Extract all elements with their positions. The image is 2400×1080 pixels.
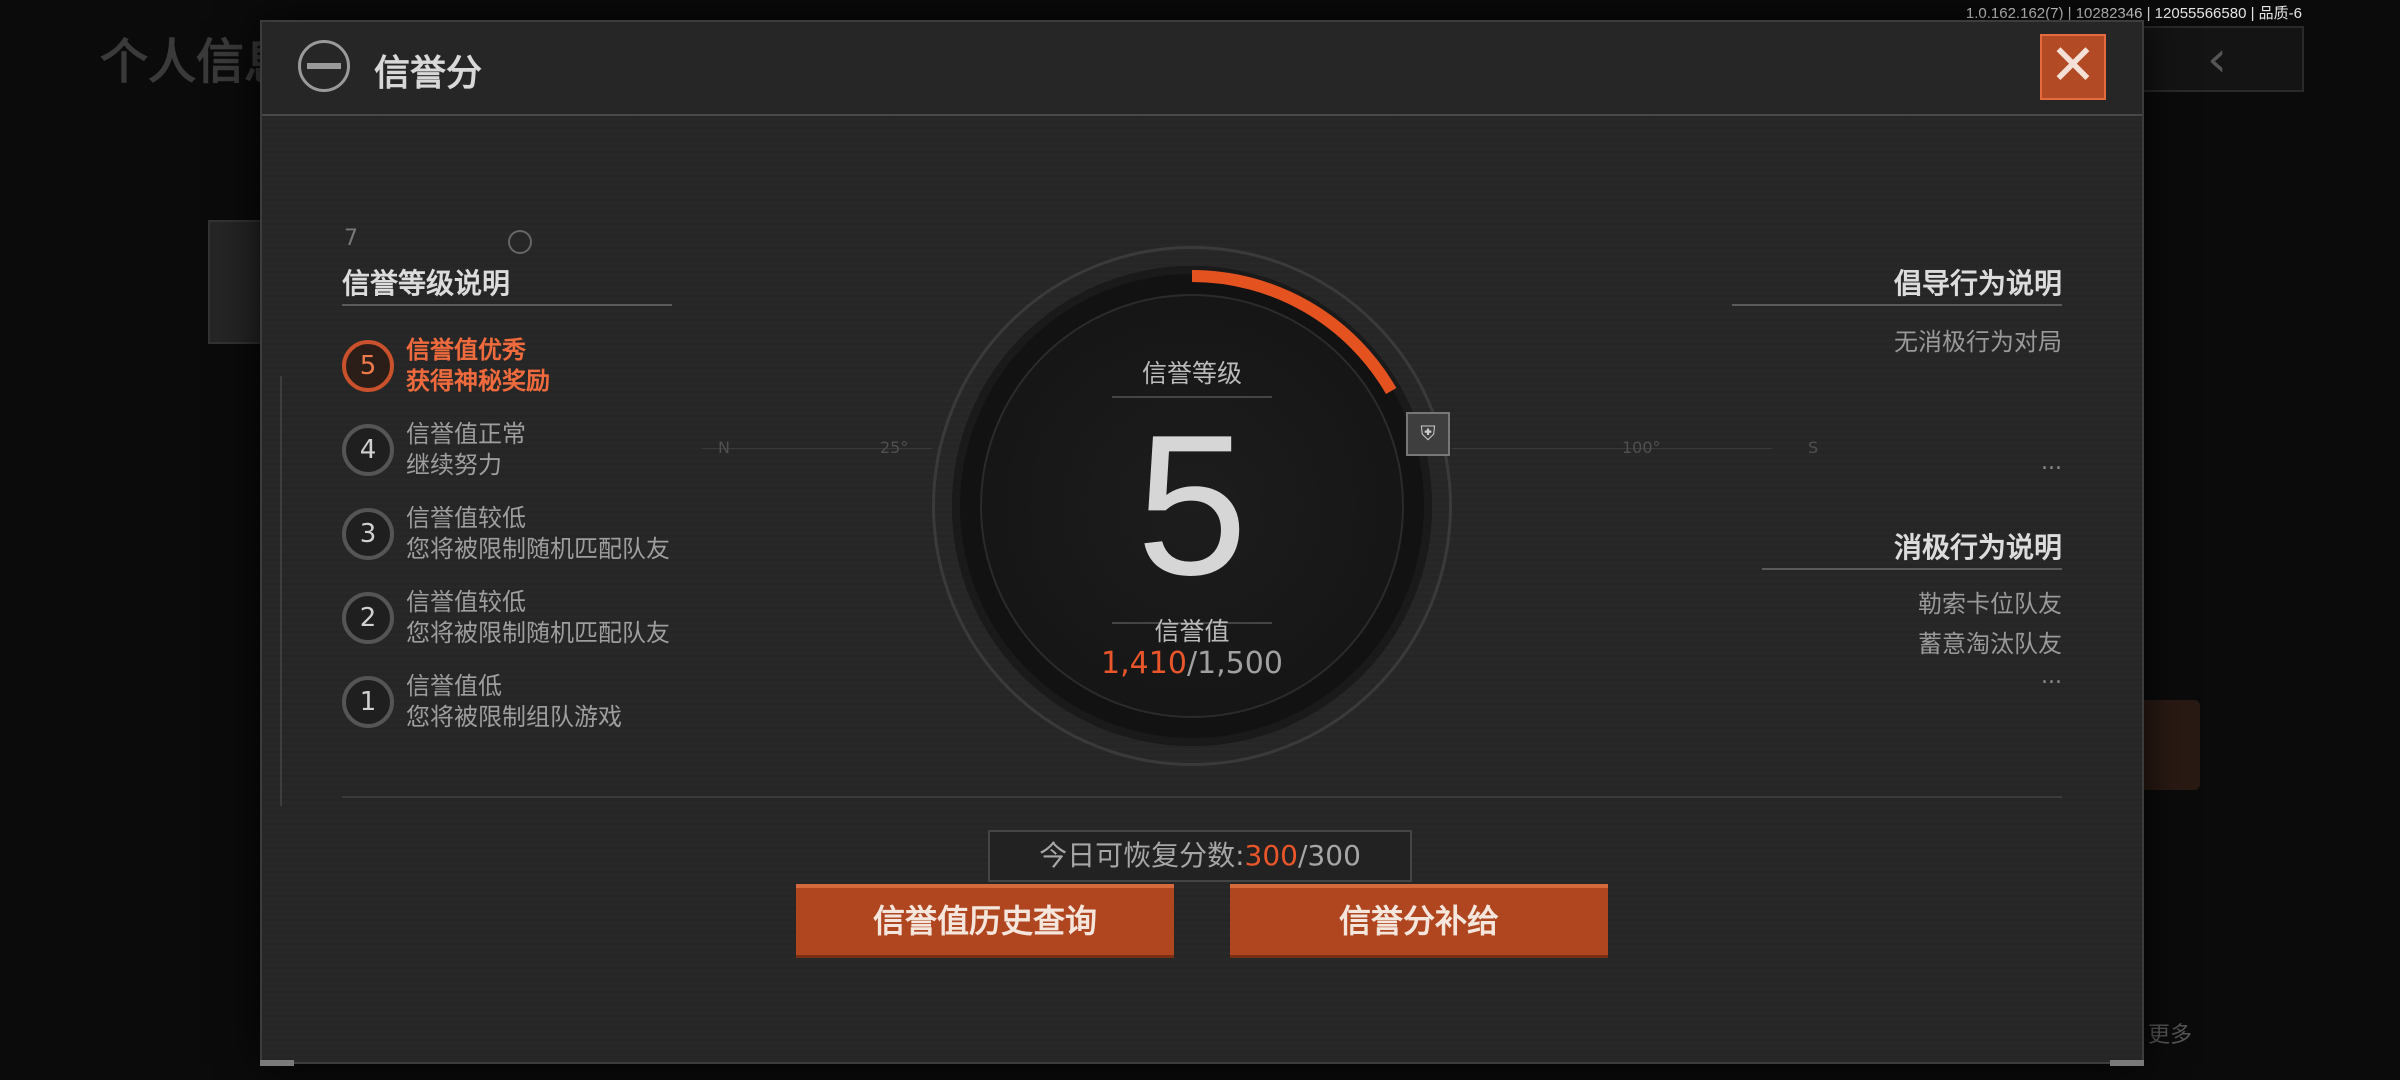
level-description: 信誉值低 您将被限制组队游戏 — [406, 671, 622, 733]
content-divider — [342, 796, 2062, 798]
level-item-5: 5 信誉值优秀 获得神秘奖励 — [342, 324, 762, 408]
credit-level-value: 5 — [1136, 394, 1248, 617]
level-badge: 3 — [342, 508, 394, 560]
level-badge: 4 — [342, 424, 394, 476]
score-supply-button[interactable]: 信誉分补给 — [1230, 884, 1608, 958]
level-badge: 2 — [342, 592, 394, 644]
level-badge: 1 — [342, 676, 394, 728]
credit-score: 1,410/1,500 — [952, 646, 1432, 681]
level-section-divider — [342, 304, 672, 306]
level-description: 信誉值较低 您将被限制随机匹配队友 — [406, 503, 670, 565]
credit-score-modal: 信誉分 ✕ 7 信誉等级说明 5 信誉值优秀 获得神秘奖励 4 信誉值正常 继续… — [260, 20, 2144, 1066]
credit-score-max: /1,500 — [1186, 646, 1283, 681]
history-query-button[interactable]: 信誉值历史查询 — [796, 884, 1174, 958]
back-arrow-icon: ‹ — [2207, 30, 2227, 88]
corner-decor — [260, 1060, 294, 1066]
credit-gauge: 信誉等级 5 信誉值 1,410/1,500 — [932, 246, 1452, 766]
level-item-3: 3 信誉值较低 您将被限制随机匹配队友 — [342, 492, 762, 576]
guide-section-divider — [1732, 304, 2062, 306]
background-more-label: 更多 — [2147, 1023, 2192, 1048]
level-subtitle: 获得神秘奖励 — [406, 367, 550, 395]
compass-label-s: S — [1808, 438, 1819, 457]
background-back-button: ‹ — [2130, 26, 2304, 92]
negative-item: 勒索卡位队友 — [1918, 590, 2062, 618]
recover-max: /300 — [1298, 839, 1361, 872]
recover-current: 300 — [1244, 839, 1298, 872]
level-subtitle: 您将被限制组队游戏 — [406, 703, 622, 731]
close-button[interactable]: ✕ — [2040, 34, 2106, 100]
level-item-2: 2 信誉值较低 您将被限制随机匹配队友 — [342, 576, 762, 660]
corner-decor — [2110, 1060, 2144, 1066]
modal-title: 信誉分 — [374, 53, 483, 94]
compass-label-n: N — [718, 438, 730, 457]
level-title: 信誉值优秀 — [406, 336, 526, 364]
recover-label: 今日可恢复分数: — [1039, 839, 1245, 872]
level-subtitle: 您将被限制随机匹配队友 — [406, 619, 670, 647]
level-subtitle: 您将被限制随机匹配队友 — [406, 535, 670, 563]
gauge-dial: 信誉等级 5 信誉值 1,410/1,500 — [952, 266, 1432, 746]
level-title: 信誉值正常 — [406, 420, 526, 448]
small-globe-icon — [508, 230, 532, 254]
globe-icon — [298, 40, 350, 92]
level-item-1: 1 信誉值低 您将被限制组队游戏 — [342, 660, 762, 744]
credit-badge-icon[interactable]: ⛨ — [1406, 412, 1450, 456]
modal-content: 7 信誉等级说明 5 信誉值优秀 获得神秘奖励 4 信誉值正常 继续努力 3 信… — [262, 116, 2142, 1062]
level-badge: 5 — [342, 340, 394, 392]
level-title: 信誉值较低 — [406, 504, 526, 532]
level-description: 信誉值较低 您将被限制随机匹配队友 — [406, 587, 670, 649]
guide-section-title: 倡导行为说明 — [1893, 267, 2062, 300]
compass-label-100: 100° — [1622, 438, 1661, 457]
level-description: 信誉值正常 继续努力 — [406, 419, 526, 481]
level-description: 信誉值优秀 获得神秘奖励 — [406, 335, 550, 397]
negative-item: 蓄意淘汰队友 — [1918, 630, 2062, 658]
compass-label-25: 25° — [880, 438, 909, 457]
level-title: 信誉值较低 — [406, 588, 526, 616]
guide-item: 无消极行为对局 — [1894, 328, 2062, 356]
level-section-title: 信誉等级说明 — [342, 267, 511, 300]
modal-header: 信誉分 ✕ — [262, 22, 2142, 116]
level-item-4: 4 信誉值正常 继续努力 — [342, 408, 762, 492]
level-list: 5 信誉值优秀 获得神秘奖励 4 信誉值正常 继续努力 3 信誉值较低 您将被限… — [342, 324, 762, 744]
gauge-level-label: 信誉等级 — [1141, 359, 1242, 388]
level-title: 信誉值低 — [406, 672, 502, 700]
corner-number: 7 — [344, 226, 358, 251]
left-decor-line — [280, 376, 282, 806]
negative-section-title: 消极行为说明 — [1893, 531, 2062, 564]
daily-recover-score: 今日可恢复分数:300/300 — [988, 830, 1412, 882]
credit-score-current: 1,410 — [1101, 646, 1187, 681]
guide-more[interactable]: ... — [2041, 450, 2062, 475]
close-icon: ✕ — [2049, 33, 2097, 98]
gauge-score-label: 信誉值 — [1154, 617, 1230, 646]
negative-section-divider — [1762, 568, 2062, 570]
compass-line-right — [1452, 448, 1772, 449]
negative-more[interactable]: ... — [2041, 664, 2062, 689]
level-subtitle: 继续努力 — [406, 451, 502, 479]
